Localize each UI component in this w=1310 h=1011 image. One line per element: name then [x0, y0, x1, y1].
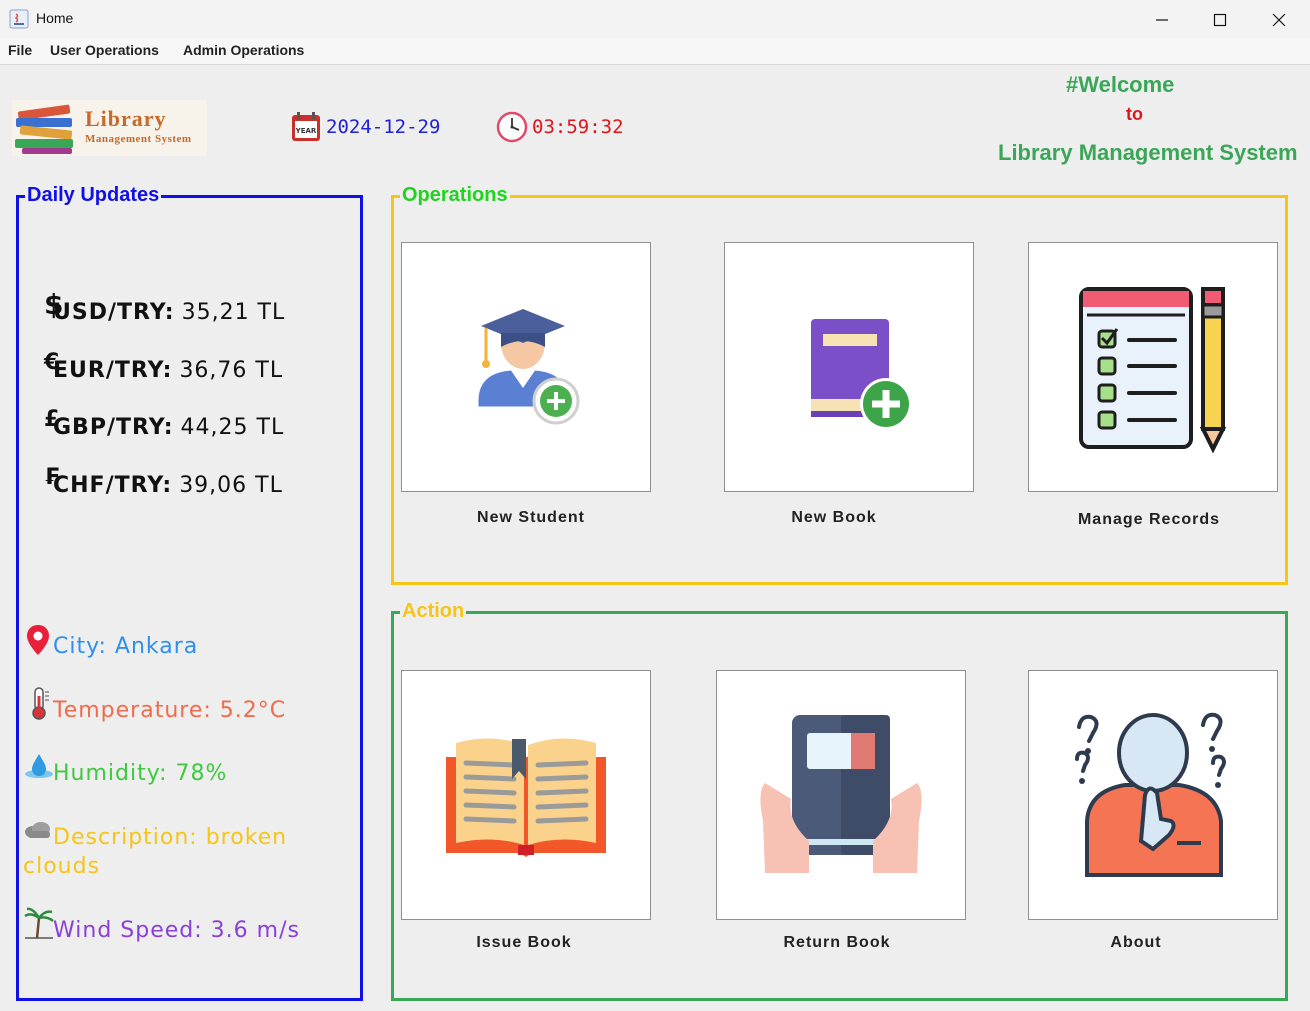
checklist-icon: [1079, 287, 1227, 454]
issue-book-label: Issue Book: [476, 934, 572, 951]
dollar-icon: $: [44, 288, 64, 321]
minimize-icon: [1156, 19, 1168, 21]
weather-humidity: Humidity: 78%: [53, 761, 228, 786]
weather-city: City: Ankara: [53, 634, 199, 659]
books-stack-icon: [15, 104, 73, 154]
wind-palm-icon: [24, 907, 54, 939]
new-student-label: New Student: [477, 509, 585, 526]
open-book-icon: [446, 738, 606, 857]
new-student-button[interactable]: [401, 242, 651, 492]
menu-user-operations[interactable]: User Operations: [50, 42, 159, 58]
rate-eur: € EUR/TRY: 36,76 TL: [44, 350, 284, 383]
window-titlebar: Home: [0, 0, 1310, 38]
java-app-icon: [9, 9, 29, 29]
welcome-system-name: Library Management System: [998, 140, 1298, 165]
pound-icon: £: [44, 407, 60, 432]
weather-wind: Wind Speed: 3.6 m/s: [53, 918, 300, 943]
maximize-button[interactable]: [1191, 0, 1249, 38]
euro-icon: €: [44, 350, 60, 375]
action-title: Action: [400, 600, 467, 623]
logo-title: Library: [85, 106, 167, 131]
hands-book-icon: [760, 715, 922, 873]
close-icon: [1272, 13, 1286, 27]
water-drop-icon: [25, 754, 53, 778]
rate-usd: $ USD/TRY: 35,21 TL: [44, 288, 286, 325]
franc-icon: ₣: [44, 465, 60, 490]
menu-bar: File User Operations Admin Operations: [0, 38, 1310, 65]
current-date: 2024-12-29: [326, 116, 441, 138]
weather-temperature: Temperature: 5.2°C: [53, 698, 287, 723]
rate-gbp: £ GBP/TRY: 44,25 TL: [44, 407, 285, 440]
weather-description: Description: broken: [53, 825, 288, 850]
manage-records-button[interactable]: [1028, 242, 1278, 492]
about-button[interactable]: [1028, 670, 1278, 920]
thermometer-icon: [32, 687, 49, 720]
location-pin-icon: [27, 625, 49, 655]
weather-description-cont: clouds: [23, 854, 101, 879]
minimize-button[interactable]: [1133, 0, 1191, 38]
operations-title: Operations: [400, 184, 510, 207]
student-add-icon: [475, 309, 580, 425]
menu-admin-operations[interactable]: Admin Operations: [183, 42, 304, 58]
rate-chf: ₣ CHF/TRY: 39,06 TL: [44, 465, 283, 498]
welcome-to: to: [1126, 104, 1143, 124]
welcome-heading: #Welcome: [1066, 72, 1175, 97]
daily-updates-panel: Daily Updates $ USD/TRY: 35,21 TL € EUR/…: [16, 184, 363, 1001]
window-title: Home: [36, 10, 74, 26]
issue-book-button[interactable]: [401, 670, 651, 920]
calendar-icon: YEAR: [292, 112, 320, 141]
library-logo: Library Management System: [12, 100, 207, 156]
about-label: About: [1110, 934, 1162, 951]
cloud-icon: [25, 822, 50, 838]
return-book-label: Return Book: [783, 934, 891, 951]
thinking-person-icon: [1075, 712, 1226, 877]
close-button[interactable]: [1250, 0, 1308, 38]
clock-icon: [496, 111, 528, 143]
book-add-icon: [811, 319, 912, 430]
return-book-button[interactable]: [716, 670, 966, 920]
new-book-label: New Book: [791, 509, 877, 526]
logo-subtitle: Management System: [85, 133, 192, 145]
svg-text:YEAR: YEAR: [295, 127, 317, 135]
menu-file[interactable]: File: [8, 42, 32, 58]
current-time: 03:59:32: [532, 116, 624, 138]
new-book-button[interactable]: [724, 242, 974, 492]
manage-records-label: Manage Records: [1077, 511, 1221, 528]
daily-updates-title: Daily Updates: [25, 184, 162, 207]
maximize-icon: [1213, 13, 1227, 27]
